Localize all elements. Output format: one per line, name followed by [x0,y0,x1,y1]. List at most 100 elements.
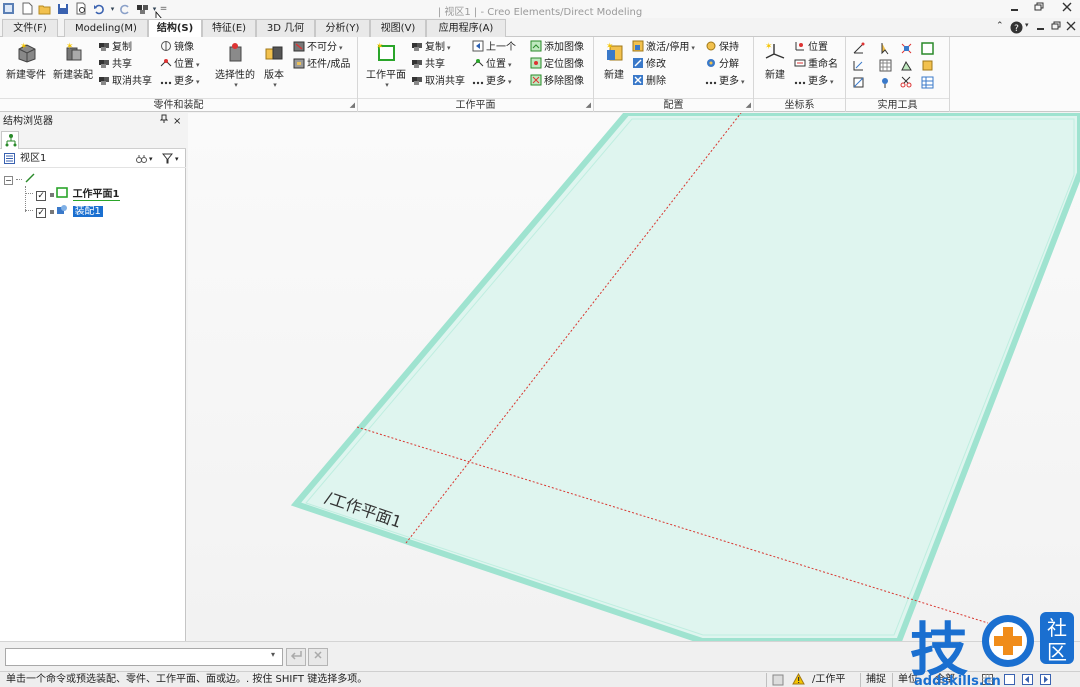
wp-share-button[interactable]: 共享 [411,57,445,73]
doc-minimize-button[interactable] [1036,21,1046,34]
decompose-button[interactable]: 分解 [705,57,739,73]
frame-icon[interactable] [921,42,934,55]
tab-applications[interactable]: 应用程序(A) [426,19,506,37]
minimize-button[interactable] [1010,2,1020,15]
command-input[interactable] [5,648,283,666]
chevron-down-icon: ▾ [234,81,238,89]
rename-button[interactable]: 重命名 [794,57,838,73]
chevron-down-icon[interactable]: ▾ [271,650,275,659]
close-window-button[interactable] [1062,2,1072,15]
coord-position-button[interactable]: 位置 [794,40,828,56]
group-launcher-icon[interactable]: ◢ [350,101,355,109]
pointer-icon[interactable] [879,42,892,55]
stock-label: 坯件/成品 [307,59,351,70]
chevron-down-icon[interactable]: ▾ [175,150,179,168]
pin-tool-icon[interactable] [879,76,892,89]
section-icon[interactable] [852,76,865,89]
table-tool-icon[interactable] [921,76,934,89]
visibility-checkbox[interactable]: ✓ [36,208,47,218]
chevron-down-icon[interactable]: ▾ [149,150,153,168]
viewport-canvas[interactable]: /工作平面1 [188,113,1080,641]
group-launcher-icon[interactable]: ◢ [746,101,751,109]
status-message: 单击一个命令或预选装配、零件、工作平面、面或边。. 按住 SHIFT 键选择多项… [6,674,368,685]
part-unshare-button[interactable]: 取消共享 [98,74,152,90]
config-more-button[interactable]: 更多 ▾ [705,74,745,90]
help-icon[interactable]: ? [1010,21,1023,37]
doc-restore-button[interactable] [1051,21,1061,34]
part-share-button[interactable]: 共享 [98,57,132,73]
structure-browser-title: 结构浏览器 [3,116,53,127]
config-modify-button[interactable]: 修改 [632,57,666,73]
3d-viewport[interactable]: /工作平面1 [188,113,1080,641]
tab-3d-geometry[interactable]: 3D 几何 [256,19,315,37]
remove-image-button[interactable]: 移除图像 [530,74,584,90]
confirm-command-button[interactable] [286,648,306,666]
group-parts-assemblies-label: 零件和装配 [0,98,357,111]
add-image-button[interactable]: 添加图像 [530,40,584,56]
activate-button[interactable]: 激活/停用 ▾ [632,40,695,56]
tab-tree-view[interactable] [1,131,19,149]
unshare-icon [98,74,110,86]
pin-panel-icon[interactable] [159,113,169,131]
part-position-button[interactable]: 位置 ▾ [160,57,200,73]
mirror-button[interactable]: 镜像 [160,40,194,56]
grid-tool-icon[interactable] [879,59,892,72]
tab-analysis[interactable]: 分析(Y) [315,19,370,37]
new-part-button[interactable]: ✶ 新建零件 [3,41,49,81]
filter-icon[interactable] [161,153,174,171]
stock-button[interactable]: 坯件/成品 [293,57,350,73]
chevron-down-icon: ▾ [196,78,200,86]
warning-icon[interactable] [792,672,805,687]
tree-connector [25,193,33,194]
visibility-checkbox[interactable]: ✓ [36,191,47,201]
status-snap[interactable]: 捕捉 [866,672,886,687]
doc-close-button[interactable] [1066,21,1076,34]
wp-more-button[interactable]: 更多 ▾ [472,74,512,90]
tree-item-workplane[interactable]: ✓ 工作平面1 [25,187,120,202]
measure-angle-icon[interactable] [852,42,865,55]
scissors-icon[interactable] [900,76,913,89]
tab-view[interactable]: 视图(V) [370,19,426,37]
coord-new-button[interactable]: ✶ 新建 [757,41,793,81]
collapse-icon[interactable]: − [4,176,13,185]
selective-button[interactable]: 选择性的 ▾ [212,41,258,89]
coord-more-label: 更多 [808,76,828,87]
config-new-button[interactable]: ✶ 新建 [596,41,632,81]
cancel-command-button[interactable] [308,648,328,666]
wp-prev-button[interactable]: 上一个 [472,40,516,56]
keep-button[interactable]: 保持 [705,40,739,56]
layer-icon[interactable] [921,59,934,72]
highlight-icon[interactable] [900,42,913,55]
binoculars-icon[interactable] [136,153,147,171]
place-image-button[interactable]: 定位图像 [530,57,584,73]
wp-position-button[interactable]: 位置 ▾ [472,57,512,73]
wp-copy-button[interactable]: 复制 ▾ [411,40,451,56]
version-button[interactable]: 版本 ▾ [258,41,290,89]
tab-file[interactable]: 文件(F) [2,19,58,37]
tab-features[interactable]: 特征(E) [202,19,256,37]
part-copy-button[interactable]: 复制 [98,40,132,56]
coord-system-icon: ✶ [764,41,786,63]
tab-modeling[interactable]: Modeling(M) [64,19,148,37]
coord-more-button[interactable]: 更多 ▾ [794,74,834,90]
assembly-node-icon [49,205,69,217]
config-delete-button[interactable]: 删除 [632,74,666,90]
indivisible-button[interactable]: 不可分 ▾ [293,40,343,56]
tree-item-assembly[interactable]: ✓ 装配1 [25,204,103,219]
viewport-selector-row[interactable]: 视区1 ▾ ▾ [0,150,186,168]
status-workplane[interactable]: /工作平 [812,672,845,687]
workplane-button[interactable]: ✶ 工作平面 ▾ [363,41,409,89]
part-more-button[interactable]: 更多 ▾ [160,74,200,90]
restore-button[interactable] [1034,2,1044,15]
new-assembly-button[interactable]: ✶ 新建装配 [50,41,96,81]
ribbon-collapse-icon[interactable]: ⌃ [996,21,1004,31]
clip-icon[interactable] [852,59,865,72]
wp-unshare-button[interactable]: 取消共享 [411,74,465,90]
tab-structure[interactable]: 结构(S) [148,19,202,38]
triangle-tool-icon[interactable] [900,59,913,72]
close-panel-button[interactable]: × [173,113,181,131]
chevron-down-icon: ▾ [741,78,745,86]
help-dropdown-icon[interactable]: ▾ [1025,21,1029,29]
group-launcher-icon[interactable]: ◢ [586,101,591,109]
tree-root[interactable]: − [4,173,35,188]
